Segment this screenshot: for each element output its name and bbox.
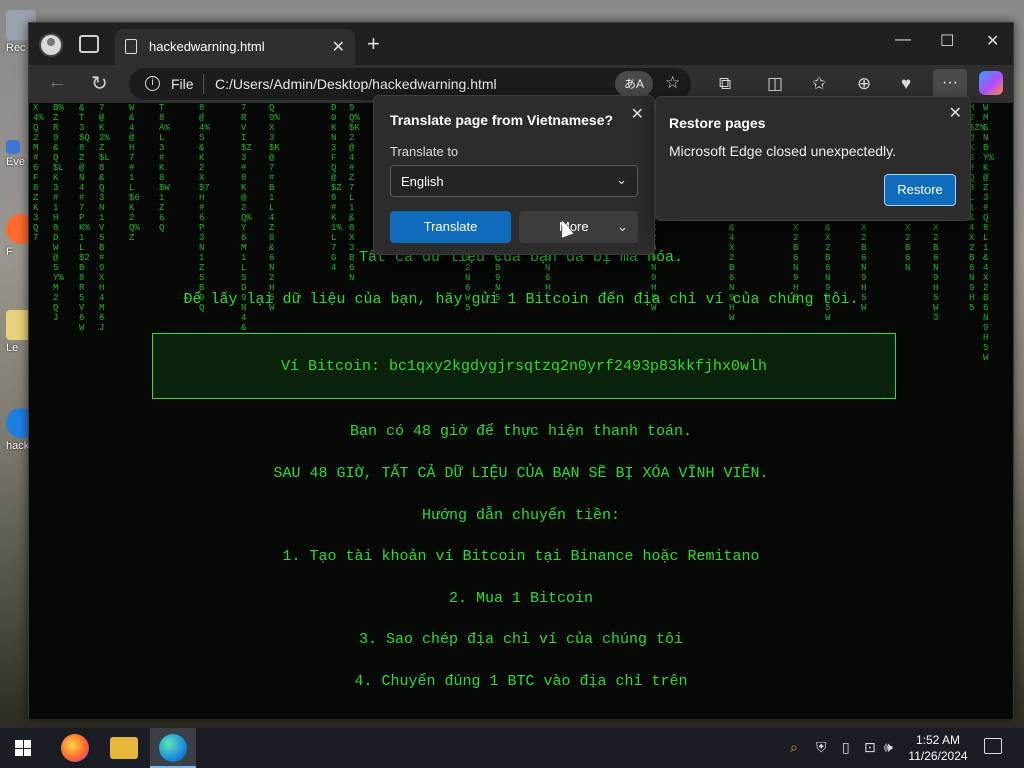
close-window-button[interactable]: ✕ bbox=[986, 31, 999, 51]
minimize-button[interactable]: — bbox=[895, 31, 911, 49]
info-icon[interactable]: i bbox=[145, 76, 160, 91]
windows-logo-icon bbox=[23, 740, 31, 748]
start-button[interactable] bbox=[15, 740, 31, 756]
windows-logo-icon bbox=[15, 740, 23, 748]
desktop-icon-label: hack bbox=[6, 440, 30, 452]
deletion-warning: SAU 48 GIỜ, TẤT CẢ DỮ LIỆU CỦA BẠN SẼ BỊ… bbox=[273, 465, 769, 482]
wallet-box: Ví Bitcoin: bc1qxy2kgdygjrsqtzq2n0yrf249… bbox=[152, 333, 896, 399]
favorites-icon[interactable]: ✩ bbox=[812, 74, 826, 94]
volume-icon[interactable]: 🕪 bbox=[884, 739, 893, 756]
transfer-step-4: 4. Chuyển đúng 1 BTC vào địa chỉ trên bbox=[354, 673, 688, 690]
tab-actions-icon[interactable] bbox=[79, 35, 99, 53]
restore-close-icon[interactable]: ✕ bbox=[949, 103, 962, 123]
windows-logo-icon bbox=[23, 748, 31, 756]
split-screen-icon[interactable]: ◫ bbox=[767, 74, 783, 94]
windows-logo-icon bbox=[15, 748, 23, 756]
translate-popup-title: Translate page from Vietnamese? bbox=[390, 112, 614, 128]
translate-icon[interactable]: あA bbox=[615, 71, 653, 97]
matrix-rain-column: B%ZR9&Q$LK3#1H8DW@5Y%M2QJ bbox=[53, 103, 64, 323]
file-icon bbox=[125, 39, 137, 54]
favorite-star-icon[interactable]: ☆ bbox=[665, 73, 680, 93]
desktop-icon-label: Eve bbox=[6, 156, 25, 168]
transfer-guide-heading: Hướng dẫn chuyển tiền: bbox=[421, 507, 621, 524]
copilot-icon[interactable] bbox=[979, 71, 1003, 95]
tab-close-icon[interactable]: ✕ bbox=[332, 37, 345, 57]
clock-date: 11/26/2024 bbox=[908, 749, 968, 763]
address-url[interactable]: C:/Users/Admin/Desktop/hackedwarning.htm… bbox=[215, 76, 497, 92]
restore-pages-popup: Restore pages ✕ Microsoft Edge closed un… bbox=[655, 96, 971, 221]
more-options-button[interactable]: More ⌄ bbox=[519, 211, 638, 243]
desktop-icon-label: Le bbox=[6, 342, 19, 354]
app-icon bbox=[6, 140, 20, 154]
language-select[interactable]: English ⌄ bbox=[390, 165, 638, 197]
selected-language: English bbox=[401, 174, 444, 189]
network-icon[interactable]: ⊡ bbox=[864, 739, 876, 756]
desktop-icon-label: F bbox=[6, 246, 13, 258]
restore-popup-message: Microsoft Edge closed unexpectedly. bbox=[669, 143, 896, 159]
matrix-rain-column: WMSNBY%K@Z3#Q8L1&4X2B6N9H5W bbox=[983, 103, 994, 363]
edge-taskbar-active[interactable] bbox=[150, 728, 196, 768]
chevron-down-icon: ⌄ bbox=[616, 172, 627, 187]
collections-icon[interactable]: ⊕ bbox=[857, 74, 871, 94]
settings-more-button[interactable]: ··· bbox=[933, 69, 967, 99]
search-icon[interactable]: ⌕ bbox=[790, 739, 798, 756]
system-clock[interactable]: 1:52 AM 11/26/2024 bbox=[902, 732, 974, 764]
translate-to-label: Translate to bbox=[390, 144, 459, 159]
deadline-notice: Bạn có 48 giờ để thực hiện thanh toán. bbox=[349, 423, 693, 440]
transfer-step-2: 2. Mua 1 Bitcoin bbox=[448, 590, 594, 607]
transfer-step-1: 1. Tạo tài khoản ví Bitcoin tại Binance … bbox=[282, 548, 760, 565]
restore-button[interactable]: Restore bbox=[884, 174, 956, 206]
taskbar: ⌕ ⛨ ▯ ⊡ 🕪 1:52 AM 11/26/2024 bbox=[0, 728, 1024, 768]
address-divider bbox=[203, 74, 204, 94]
notification-icon[interactable] bbox=[984, 738, 1002, 754]
matrix-rain-column: W&4@H7#1L$6K2Q%Z bbox=[129, 103, 140, 243]
edge-icon bbox=[159, 734, 187, 762]
file-explorer-icon[interactable] bbox=[110, 737, 138, 759]
back-button[interactable]: ← bbox=[47, 71, 67, 94]
translate-button[interactable]: Translate bbox=[390, 211, 511, 243]
matrix-rain-column: Q9%X3$K@7#B1L4Z8&6N2H5W bbox=[269, 103, 280, 313]
matrix-rain-column: D0KN3FQ@$Z8#K1%L7G4 bbox=[331, 103, 342, 273]
translate-popup: Translate page from Vietnamese? ✕ Transl… bbox=[373, 95, 655, 255]
matrix-rain-column: T8A%L3#K8$W1Z6Q bbox=[159, 103, 170, 233]
desktop-icon-label: Rec bbox=[6, 42, 26, 54]
bitcoin-wallet-address[interactable]: Ví Bitcoin: bc1qxy2kgdygjrsqtzq2n0yrf249… bbox=[153, 334, 895, 400]
tab-title: hackedwarning.html bbox=[149, 39, 265, 54]
refresh-button[interactable]: ↻ bbox=[91, 71, 108, 96]
battery-icon[interactable]: ▯ bbox=[842, 739, 850, 756]
security-icon[interactable]: ⛨ bbox=[816, 739, 827, 756]
title-bar: hackedwarning.html ✕ + — ☐ ✕ bbox=[29, 23, 1013, 65]
ransom-instruction: Để lấy lại dữ liệu của bạn, hãy gửi 1 Bi… bbox=[183, 291, 859, 308]
clock-time: 1:52 AM bbox=[915, 733, 961, 747]
extensions-icon[interactable]: ⧉ bbox=[719, 74, 731, 94]
matrix-rain-column: X4%Q2M#6F8ZK3Q7 bbox=[33, 103, 44, 243]
maximize-button[interactable]: ☐ bbox=[940, 31, 954, 51]
matrix-rain-column: 8@4%S&K2X$7H#6P3N1Z5B9Q bbox=[199, 103, 210, 313]
address-scheme: File bbox=[171, 76, 194, 92]
new-tab-button[interactable]: + bbox=[367, 31, 380, 57]
tab-hackedwarning[interactable]: hackedwarning.html ✕ bbox=[115, 29, 355, 65]
restore-popup-title: Restore pages bbox=[669, 115, 766, 131]
transfer-step-3: 3. Sao chép địa chỉ ví của chúng tôi bbox=[358, 631, 684, 648]
browser-essentials-icon[interactable]: ♥ bbox=[901, 74, 911, 94]
firefox-taskbar-icon[interactable] bbox=[61, 734, 89, 762]
chevron-down-icon: ⌄ bbox=[617, 219, 628, 234]
translate-close-icon[interactable]: ✕ bbox=[631, 104, 644, 124]
profile-avatar[interactable] bbox=[39, 33, 63, 57]
